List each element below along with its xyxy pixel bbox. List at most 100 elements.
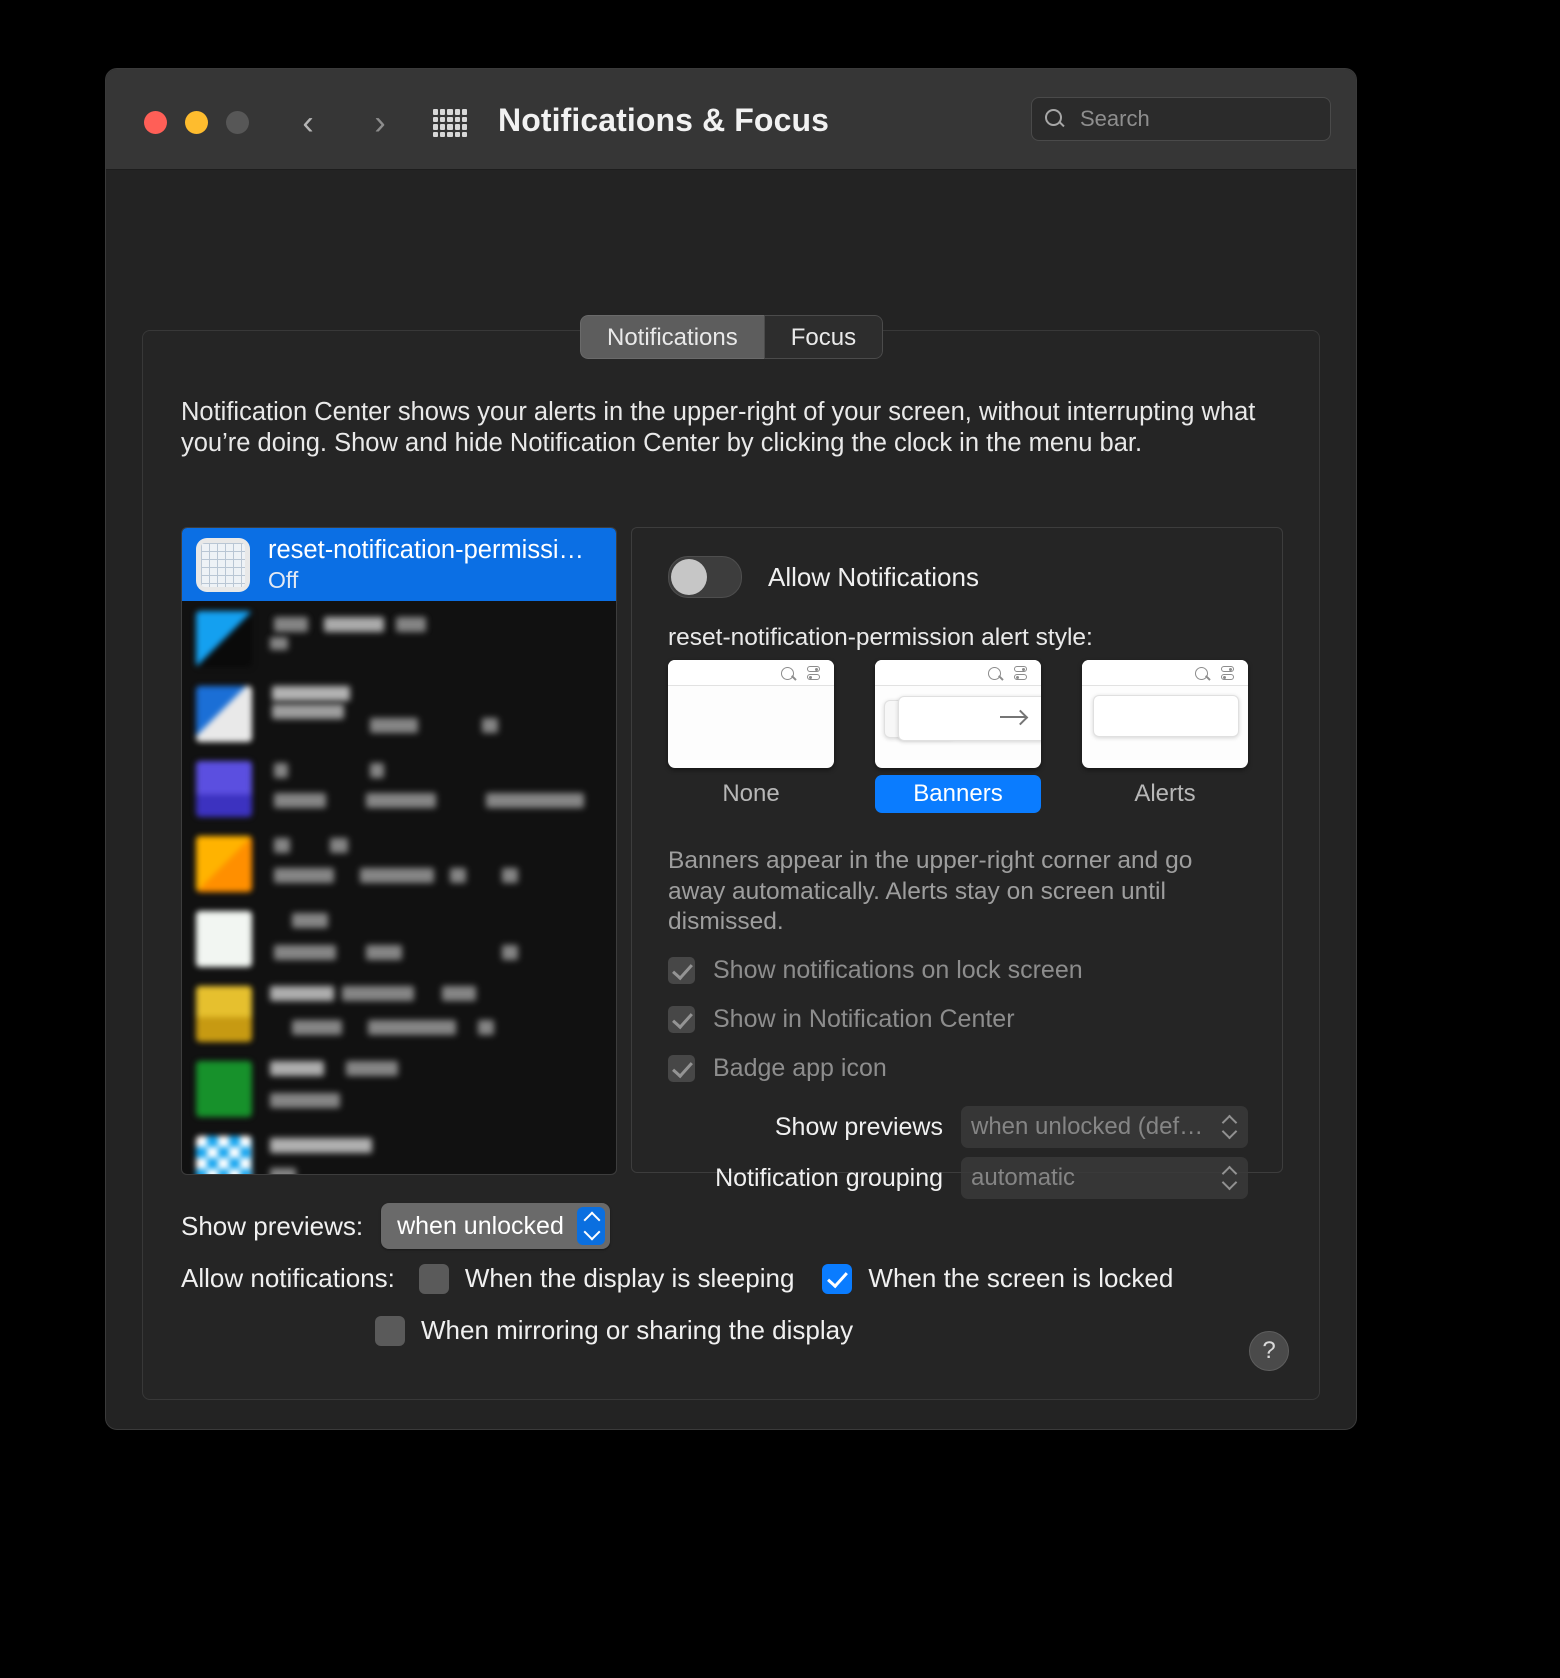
window-content: Notification Center shows your alerts in… [106, 170, 1356, 1428]
app-icon [196, 760, 252, 817]
checkbox-row-display-sleeping[interactable]: When the display is sleeping [418, 1263, 795, 1294]
app-list-item[interactable] [182, 826, 616, 901]
chevron-updown-icon [1222, 1165, 1238, 1191]
app-list-item[interactable] [182, 1126, 616, 1174]
alert-style-label: reset-notification-permission alert styl… [668, 624, 1093, 651]
tab-bar: Notifications Focus [580, 315, 884, 359]
chevron-updown-icon [1222, 1114, 1238, 1140]
alert-style-option-banners[interactable]: Banners [875, 660, 1041, 813]
search-icon [1044, 108, 1066, 130]
preferences-panel: Notification Center shows your alerts in… [142, 330, 1320, 1400]
app-label-obscured [270, 611, 610, 667]
back-button[interactable]: ‹ [292, 103, 324, 143]
checkbox-mirroring[interactable] [375, 1315, 405, 1346]
footer-show-previews-row: Show previews: when unlocked [181, 1203, 610, 1249]
minimize-button[interactable] [185, 111, 208, 134]
checkbox-label-badge-app-icon: Badge app icon [713, 1054, 887, 1082]
footer-show-previews-value: when unlocked [397, 1211, 564, 1240]
swipe-arrow-icon [1000, 716, 1026, 718]
tab-notifications[interactable]: Notifications [580, 315, 764, 359]
forward-button[interactable]: › [364, 103, 396, 143]
app-detail-panel: Allow Notifications reset-notification-p… [631, 527, 1283, 1199]
app-label-obscured [270, 1136, 610, 1174]
notification-grouping-row: Notification grouping automatic [632, 1157, 1248, 1199]
notification-grouping-select[interactable]: automatic [961, 1157, 1248, 1199]
checkbox-row-badge-app-icon[interactable]: Badge app icon [668, 1054, 887, 1083]
checkbox-row-lock-screen[interactable]: Show notifications on lock screen [668, 956, 1083, 985]
checkbox-row-notification-center[interactable]: Show in Notification Center [668, 1005, 1015, 1034]
app-label-obscured [270, 911, 610, 967]
app-list[interactable]: reset-notification-permissi… Off [181, 527, 617, 1175]
app-label-obscured [270, 685, 610, 742]
window-titlebar: ‹ › Notifications & Focus [106, 69, 1356, 170]
search-input[interactable] [1078, 105, 1318, 133]
checkbox-label-notification-center: Show in Notification Center [713, 1005, 1015, 1033]
page-title: Notifications & Focus [498, 102, 830, 138]
checkbox-label-lock-screen: Show notifications on lock screen [713, 956, 1083, 984]
app-icon [196, 985, 252, 1042]
app-icon [196, 610, 252, 667]
app-icon [196, 685, 252, 742]
app-icon [196, 1060, 252, 1117]
alert-style-label-banners: Banners [875, 775, 1041, 813]
intro-text: Notification Center shows your alerts in… [181, 398, 1256, 458]
globe-app-icon [196, 537, 250, 592]
search-icon [781, 667, 794, 680]
show-previews-value: when unlocked (def… [971, 1113, 1204, 1140]
search-icon [1195, 667, 1208, 680]
tab-focus[interactable]: Focus [763, 315, 884, 359]
app-list-item[interactable] [182, 901, 616, 976]
show-previews-label: Show previews [774, 1112, 943, 1141]
app-name: reset-notification-permissi… [268, 535, 585, 564]
checkbox-row-screen-locked[interactable]: When the screen is locked [822, 1263, 1173, 1294]
help-button[interactable]: ? [1249, 1331, 1289, 1371]
alert-style-label-none: None [722, 780, 780, 807]
traffic-lights [144, 111, 249, 134]
app-list-item[interactable] [182, 676, 616, 751]
allow-notifications-toggle[interactable] [668, 556, 742, 598]
app-icon [196, 835, 252, 892]
app-list-item[interactable] [182, 1051, 616, 1126]
app-label-obscured [270, 985, 610, 1042]
control-center-icon [807, 666, 820, 680]
notification-grouping-label: Notification grouping [715, 1163, 943, 1192]
zoom-button[interactable] [226, 111, 249, 134]
control-center-icon [1014, 666, 1027, 680]
app-state: Off [268, 566, 299, 593]
empty-notification-preview [668, 660, 834, 768]
allow-notifications-row[interactable]: Allow Notifications [668, 556, 979, 598]
control-center-icon [1221, 666, 1234, 680]
show-previews-row: Show previews when unlocked (def… [632, 1106, 1248, 1148]
alert-style-label-alerts: Alerts [1134, 780, 1196, 807]
app-label-obscured [270, 761, 610, 817]
checkbox-screen-locked[interactable] [822, 1263, 853, 1294]
chevron-updown-icon[interactable] [576, 1207, 605, 1245]
show-previews-select[interactable]: when unlocked (def… [961, 1106, 1248, 1148]
search-icon [988, 667, 1001, 680]
allow-notifications-label: Allow Notifications [768, 561, 979, 592]
checkbox-row-mirroring[interactable]: When mirroring or sharing the display [375, 1315, 853, 1346]
alert-style-option-none[interactable]: None [668, 660, 834, 813]
app-list-item[interactable] [182, 601, 616, 676]
app-list-item[interactable] [182, 976, 616, 1051]
alert-style-option-alerts[interactable]: Alerts [1082, 660, 1248, 813]
checkbox-lock-screen[interactable] [668, 957, 695, 984]
banner-notification-preview [875, 660, 1041, 768]
notification-grouping-value: automatic [971, 1164, 1076, 1191]
app-list-item-selected[interactable]: reset-notification-permissi… Off [182, 528, 616, 601]
app-label-obscured [270, 836, 610, 892]
checkbox-label-display-sleeping: When the display is sleeping [464, 1263, 795, 1293]
search-field[interactable] [1031, 97, 1331, 141]
alert-style-picker: None Banners Alerts [668, 660, 1248, 813]
alert-notification-preview [1082, 660, 1248, 768]
checkbox-badge-app-icon[interactable] [668, 1055, 695, 1082]
app-icon [196, 910, 252, 967]
show-all-icon[interactable] [433, 109, 467, 137]
app-list-item[interactable] [182, 751, 616, 826]
footer-show-previews-select[interactable]: when unlocked [381, 1203, 610, 1249]
checkbox-label-mirroring: When mirroring or sharing the display [421, 1315, 854, 1345]
checkbox-notification-center[interactable] [668, 1006, 695, 1033]
close-button[interactable] [144, 111, 167, 134]
checkbox-display-sleeping[interactable] [418, 1263, 449, 1294]
alert-style-description: Banners appear in the upper-right corner… [668, 847, 1193, 936]
